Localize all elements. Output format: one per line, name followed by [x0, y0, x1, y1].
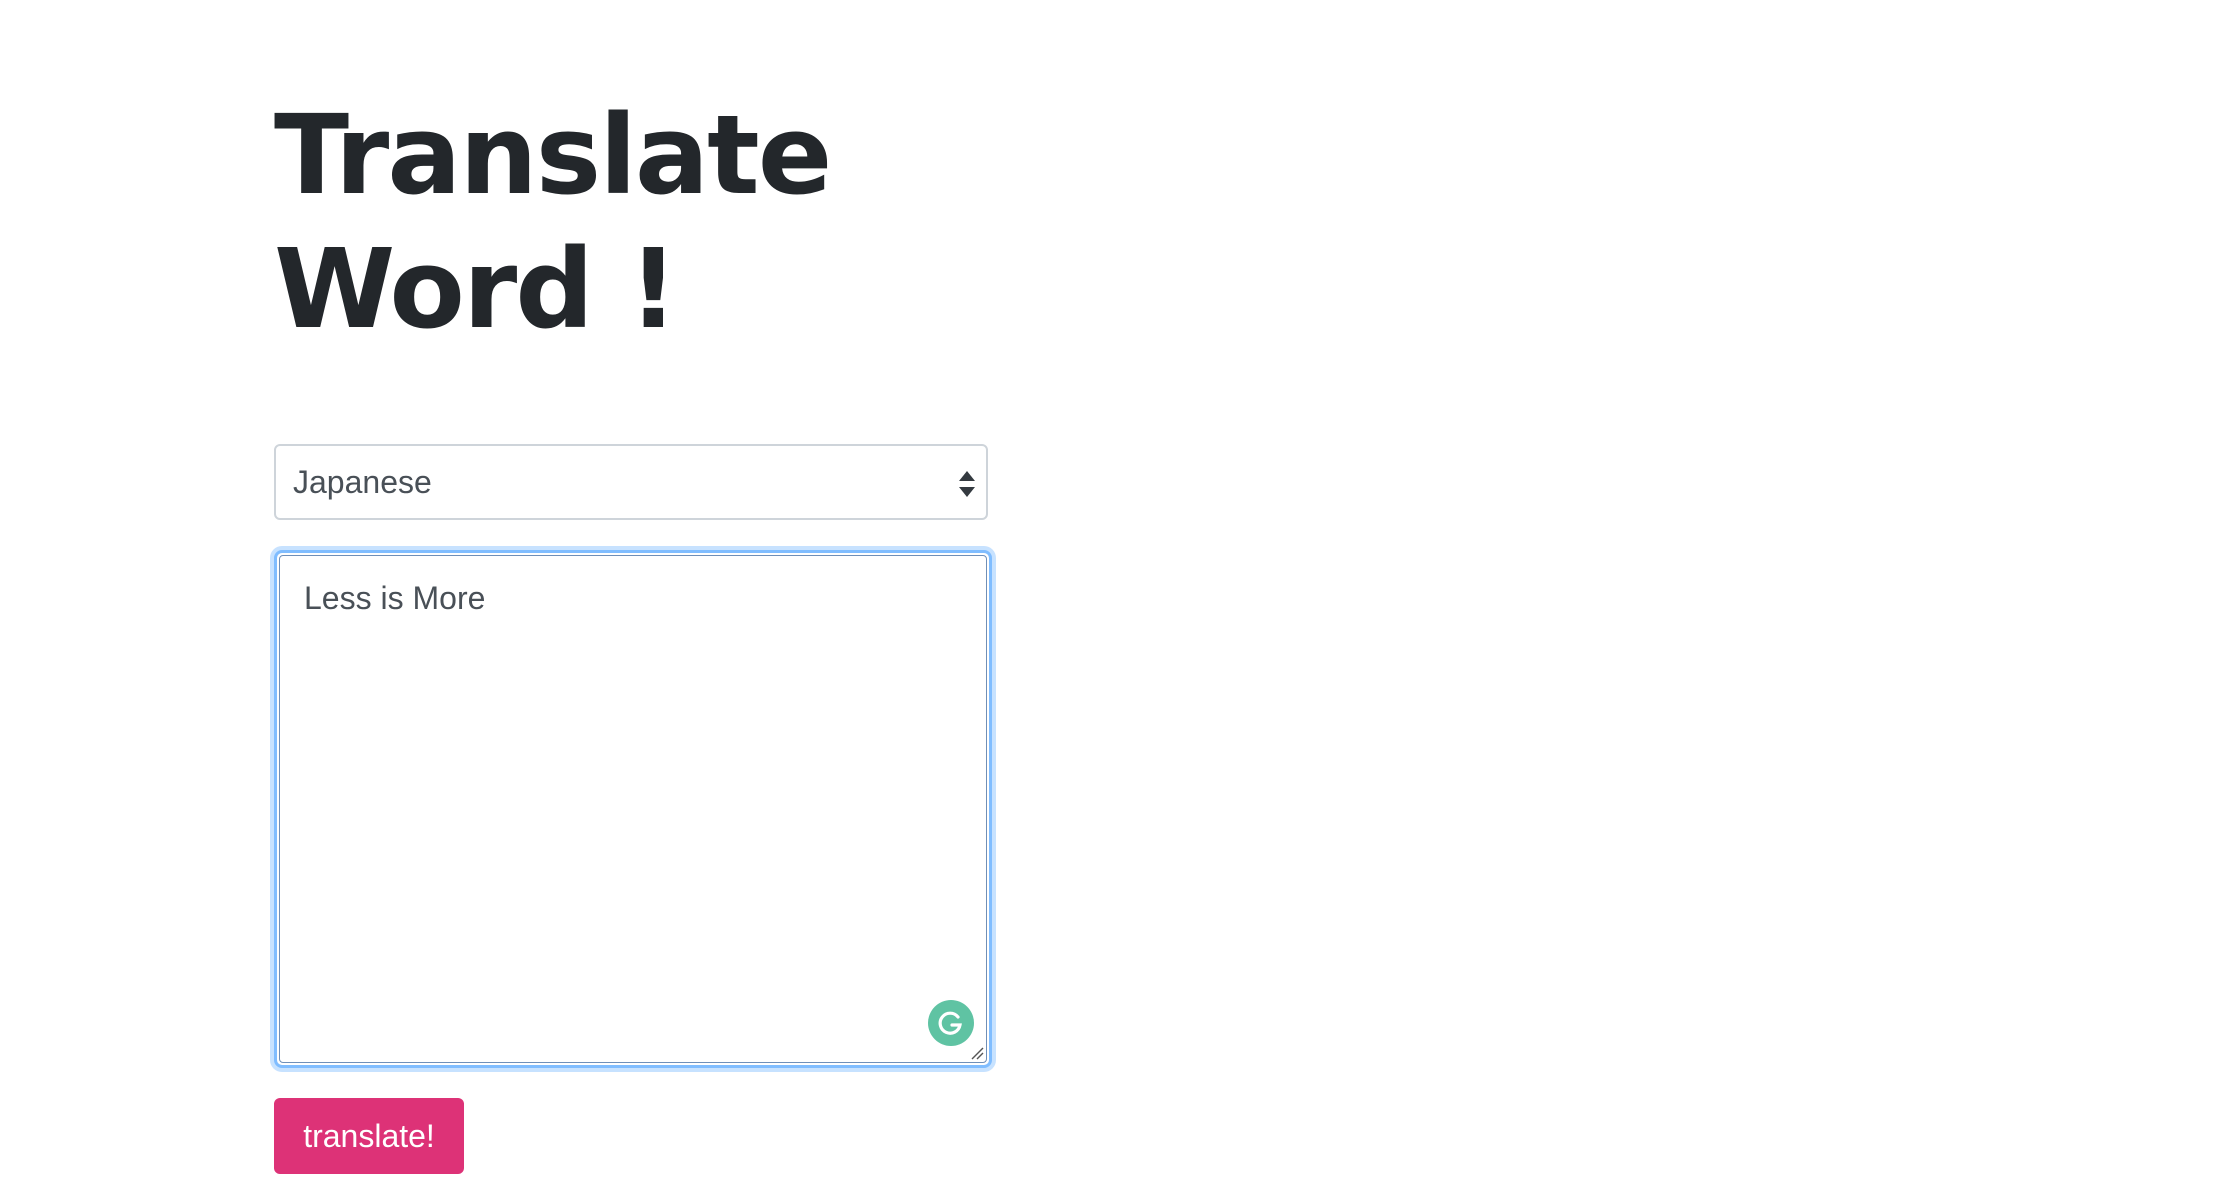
page-title: Translate Word !: [274, 91, 832, 353]
resize-handle-icon[interactable]: [968, 1044, 984, 1060]
word-input-wrapper: Less is More: [274, 550, 992, 1068]
translate-button[interactable]: translate!: [274, 1098, 464, 1174]
word-input[interactable]: Less is More: [280, 556, 986, 1062]
language-select-value: Japanese: [293, 464, 432, 500]
word-input-border: Less is More: [279, 555, 987, 1063]
language-select[interactable]: Japanese: [274, 444, 988, 520]
up-down-caret-icon: [956, 468, 978, 500]
grammarly-icon[interactable]: [928, 1000, 974, 1046]
